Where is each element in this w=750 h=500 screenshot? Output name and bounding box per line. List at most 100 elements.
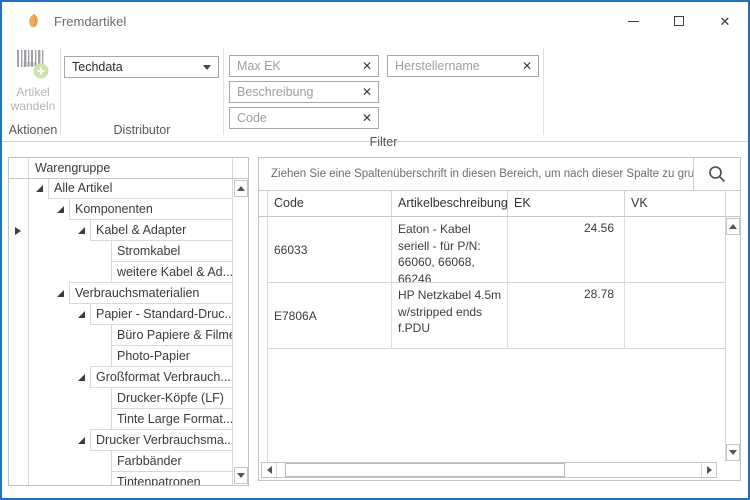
grid-horizontal-scrollbar-row bbox=[259, 462, 725, 480]
tree-node-cell[interactable]: Kabel & Adapter bbox=[90, 219, 232, 241]
herstellername-placeholder: Herstellername bbox=[395, 59, 522, 73]
filter-column-1: Max EK ✕ Beschreibung ✕ Code ✕ bbox=[229, 55, 379, 133]
tree-node-label: Papier - Standard-Druc... bbox=[96, 307, 232, 321]
scroll-track[interactable] bbox=[277, 463, 701, 477]
tree-node-cell[interactable]: Großformat Verbrauch... bbox=[90, 366, 232, 388]
tree-vertical-scrollbar[interactable] bbox=[232, 179, 248, 485]
chevron-down-icon bbox=[203, 65, 211, 70]
cell-description: Eaton - Kabel seriell - für P/N: 66060, … bbox=[392, 217, 508, 283]
code-filter-input[interactable]: Code ✕ bbox=[229, 107, 379, 129]
scroll-up-button[interactable] bbox=[726, 218, 740, 235]
tree-row[interactable]: Komponenten bbox=[29, 198, 232, 220]
scrollbar-corner bbox=[725, 462, 740, 480]
clear-filter-icon[interactable]: ✕ bbox=[362, 60, 372, 72]
tree-node-cell[interactable]: Verbrauchsmaterialien bbox=[69, 282, 232, 304]
tree-node-cell[interactable]: Tintenpatronen bbox=[111, 471, 232, 485]
tree-row[interactable]: Büro Papiere & Filme bbox=[29, 324, 232, 346]
tree-row[interactable]: Kabel & Adapter bbox=[29, 219, 232, 241]
tree-row[interactable]: Drucker Verbrauchsma... bbox=[29, 429, 232, 451]
tree-expander-icon[interactable] bbox=[78, 374, 85, 381]
tree-row[interactable]: weitere Kabel & Ad... bbox=[29, 261, 232, 283]
cell-description: HP Netzkabel 4.5m w/stripped ends f.PDU bbox=[392, 283, 508, 349]
scroll-left-button[interactable] bbox=[262, 463, 277, 477]
scroll-thumb[interactable] bbox=[285, 463, 565, 477]
tree-row[interactable]: Farbbänder bbox=[29, 450, 232, 472]
clear-filter-icon[interactable]: ✕ bbox=[362, 86, 372, 98]
close-icon: ✕ bbox=[720, 15, 731, 28]
tree-node-cell[interactable]: Büro Papiere & Filme bbox=[111, 324, 232, 346]
scroll-down-button[interactable] bbox=[234, 467, 248, 484]
minimize-button[interactable] bbox=[610, 2, 656, 40]
tree-node-cell[interactable]: Farbbänder bbox=[111, 450, 232, 472]
scroll-up-button[interactable] bbox=[234, 180, 248, 197]
window-title: Fremdartikel bbox=[54, 14, 126, 29]
tree-node-label: Verbrauchsmaterialien bbox=[75, 286, 199, 300]
scroll-right-button[interactable] bbox=[701, 463, 716, 477]
artikel-grid-panel: Ziehen Sie eine Spaltenüberschrift in di… bbox=[258, 157, 741, 481]
column-header-vk[interactable]: VK bbox=[625, 191, 725, 216]
group-label-distributor: Distributor bbox=[61, 121, 223, 141]
beschreibung-filter-input[interactable]: Beschreibung ✕ bbox=[229, 81, 379, 103]
group-by-panel[interactable]: Ziehen Sie eine Spaltenüberschrift in di… bbox=[259, 158, 740, 191]
column-header-ek[interactable]: EK bbox=[508, 191, 625, 216]
tree-node-cell[interactable]: Komponenten bbox=[69, 198, 232, 220]
tree-row[interactable]: Drucker-Köpfe (LF) bbox=[29, 387, 232, 409]
grid-row[interactable]: E7806AHP Netzkabel 4.5m w/stripped ends … bbox=[259, 283, 725, 349]
artikel-wandeln-button[interactable]: 21669 Artikel wandeln bbox=[8, 48, 58, 121]
tree-node-label: weitere Kabel & Ad... bbox=[117, 265, 232, 279]
tree-expander-icon[interactable] bbox=[36, 185, 43, 192]
tree-expander-icon[interactable] bbox=[78, 227, 85, 234]
clear-filter-icon[interactable]: ✕ bbox=[362, 112, 372, 124]
scroll-down-button[interactable] bbox=[726, 444, 740, 461]
cell-vk bbox=[625, 283, 725, 349]
ribbon-group-filter: Max EK ✕ Beschreibung ✕ Code ✕ bbox=[224, 40, 543, 141]
tree-node-cell[interactable]: Photo-Papier bbox=[111, 345, 232, 367]
tree-row[interactable]: Photo-Papier bbox=[29, 345, 232, 367]
tree-row[interactable]: Tinte Large Format... bbox=[29, 408, 232, 430]
cell-vk bbox=[625, 217, 725, 283]
group-label-filter: Filter bbox=[224, 133, 543, 151]
tree-column-header[interactable]: Warengruppe bbox=[9, 158, 248, 179]
grid-row[interactable]: 66033Eaton - Kabel seriell - für P/N: 66… bbox=[259, 217, 725, 283]
tree-node-cell[interactable]: Tinte Large Format... bbox=[111, 408, 232, 430]
close-button[interactable]: ✕ bbox=[702, 2, 748, 40]
tree-node-cell[interactable]: Stromkabel bbox=[111, 240, 232, 262]
tree-row[interactable]: Papier - Standard-Druc... bbox=[29, 303, 232, 325]
tree-expander-icon[interactable] bbox=[57, 206, 64, 213]
max-ek-placeholder: Max EK bbox=[237, 59, 362, 73]
max-ek-filter-input[interactable]: Max EK ✕ bbox=[229, 55, 379, 77]
maximize-icon bbox=[674, 16, 684, 26]
grid-body: 66033Eaton - Kabel seriell - für P/N: 66… bbox=[259, 217, 725, 462]
grid-column-headers: CodeArtikelbeschreibungEKVK bbox=[259, 191, 725, 217]
maximize-button[interactable] bbox=[656, 2, 702, 40]
cell-code: 66033 bbox=[268, 217, 392, 283]
tree-node-label: Büro Papiere & Filme bbox=[117, 328, 232, 342]
search-button[interactable] bbox=[693, 158, 740, 190]
herstellername-filter-input[interactable]: Herstellername ✕ bbox=[387, 55, 539, 77]
tree-row[interactable]: Großformat Verbrauch... bbox=[29, 366, 232, 388]
grid-header-cap bbox=[725, 191, 740, 217]
tree-row[interactable]: Verbrauchsmaterialien bbox=[29, 282, 232, 304]
tree-node-cell[interactable]: weitere Kabel & Ad... bbox=[111, 261, 232, 283]
tree-expander-icon[interactable] bbox=[78, 437, 85, 444]
grid-vertical-scrollbar[interactable] bbox=[725, 217, 740, 462]
tree-node-cell[interactable]: Drucker-Köpfe (LF) bbox=[111, 387, 232, 409]
column-header-artikelbeschreibung[interactable]: Artikelbeschreibung bbox=[392, 191, 508, 216]
column-header-code[interactable]: Code bbox=[268, 191, 392, 216]
barcode-plus-icon: 21669 bbox=[15, 48, 51, 80]
tree-expander-icon[interactable] bbox=[78, 311, 85, 318]
tree-row[interactable]: Tintenpatronen bbox=[29, 471, 232, 485]
tree-expander-icon[interactable] bbox=[57, 290, 64, 297]
cell-ek: 24.56 bbox=[508, 217, 625, 283]
tree-node-cell[interactable]: Drucker Verbrauchsma... bbox=[90, 429, 232, 451]
tree-header-label: Warengruppe bbox=[29, 158, 232, 178]
grid-horizontal-scrollbar[interactable] bbox=[261, 462, 717, 478]
distributor-combobox[interactable]: Techdata bbox=[64, 56, 219, 78]
filter-column-2: Herstellername ✕ bbox=[387, 55, 539, 133]
tree-node-cell[interactable]: Papier - Standard-Druc... bbox=[90, 303, 232, 325]
tree-node-cell[interactable]: Alle Artikel bbox=[48, 179, 232, 199]
tree-row[interactable]: Alle Artikel bbox=[29, 179, 232, 199]
clear-filter-icon[interactable]: ✕ bbox=[522, 60, 532, 72]
tree-row[interactable]: Stromkabel bbox=[29, 240, 232, 262]
tree-node-label: Tinte Large Format... bbox=[117, 412, 232, 426]
